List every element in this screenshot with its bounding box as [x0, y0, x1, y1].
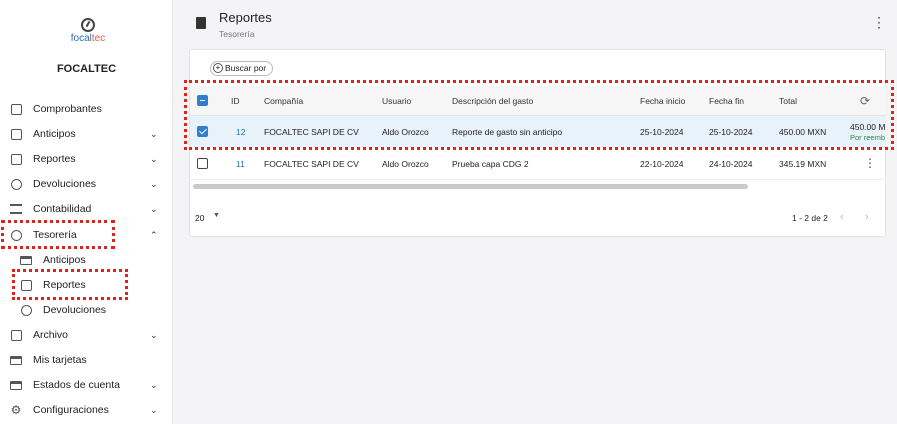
sidebar-item-contabilidad[interactable]: Contabilidad ⌄ [0, 198, 173, 220]
sidebar-item-estados-de-cuenta[interactable]: Estados de cuenta ⌄ [0, 374, 173, 396]
return-icon [10, 178, 22, 190]
card-icon [10, 380, 22, 391]
column-company[interactable]: Compañía [264, 96, 303, 106]
table-header: ID Compañía Usuario Descripción del gast… [190, 86, 886, 116]
sidebar-item-label: Configuraciones [33, 404, 109, 416]
column-end-date[interactable]: Fecha fin [709, 96, 744, 106]
card-icon [10, 355, 22, 366]
table-row[interactable]: 11 FOCALTEC SAPI DE CV Aldo Orozco Prueb… [190, 148, 886, 180]
sidebar-item-label: Contabilidad [33, 203, 92, 215]
sidebar-item-devoluciones[interactable]: Devoluciones ⌄ [0, 173, 173, 195]
focaltec-logo: focaltec [66, 18, 110, 44]
page-title: Reportes [219, 10, 272, 25]
chevron-down-icon: ⌄ [150, 330, 158, 340]
pagination-range: 1 - 2 de 2 [792, 213, 828, 223]
row-id-link[interactable]: 11 [236, 159, 245, 169]
column-id[interactable]: ID [231, 96, 240, 106]
page-subtitle: Tesorería [219, 29, 255, 39]
sidebar-item-label: Tesorería [33, 229, 77, 241]
sidebar-item-label: Reportes [43, 279, 86, 291]
row-company: FOCALTEC SAPI DE CV [264, 127, 359, 137]
sidebar-subitem-reportes[interactable]: Reportes [0, 274, 173, 296]
row-end-date: 25-10-2024 [709, 127, 753, 137]
column-description[interactable]: Descripción del gasto [452, 96, 533, 106]
row-checkbox[interactable] [197, 126, 208, 137]
document-icon [10, 103, 22, 115]
row-amount-clipped: 450.00 M [850, 122, 886, 132]
sidebar-item-label: Archivo [33, 329, 69, 341]
plus-circle-icon: + [213, 63, 223, 73]
document-icon [10, 128, 22, 140]
table-row[interactable]: 12 FOCALTEC SAPI DE CV Aldo Orozco Repor… [190, 116, 886, 148]
select-all-checkbox[interactable] [197, 95, 208, 106]
caret-down-icon[interactable]: ▼ [213, 212, 220, 219]
sidebar-item-label: Estados de cuenta [33, 379, 120, 391]
sidebar-item-label: Anticipos [33, 128, 76, 140]
sidebar-item-label: Comprobantes [33, 103, 102, 115]
sidebar-item-mis-tarjetas[interactable]: Mis tarjetas [0, 349, 173, 371]
sidebar-item-label: Mis tarjetas [33, 354, 87, 366]
sidebar-item-anticipos[interactable]: Anticipos ⌄ [0, 123, 173, 145]
row-description: Reporte de gasto sin anticipo [452, 127, 563, 137]
sidebar-item-reportes[interactable]: Reportes ⌄ [0, 148, 173, 170]
sidebar-item-label: Devoluciones [43, 304, 107, 316]
document-icon [10, 153, 22, 165]
row-description: Prueba capa CDG 2 [452, 159, 529, 169]
archive-icon [10, 329, 22, 341]
logo-text-main: focal [70, 33, 92, 44]
cash-icon [20, 255, 32, 266]
sidebar-item-archivo[interactable]: Archivo ⌄ [0, 324, 173, 346]
page-size-select[interactable]: 20 [195, 213, 204, 223]
report-icon [196, 17, 206, 29]
chevron-down-icon: ⌄ [150, 204, 158, 214]
row-user: Aldo Orozco [382, 159, 429, 169]
row-total: 450.00 MXN [779, 127, 827, 137]
sidebar-item-label: Anticipos [43, 254, 86, 266]
return-icon [20, 304, 32, 316]
logo-text: focaltec [66, 33, 110, 44]
document-icon [20, 279, 32, 291]
horizontal-scrollbar[interactable] [193, 184, 748, 189]
sidebar-item-label: Devoluciones [33, 178, 97, 190]
row-status-badge: Por reemb [850, 133, 886, 142]
chevron-left-icon[interactable]: ‹ [840, 211, 844, 223]
sidebar-item-comprobantes[interactable]: Comprobantes [0, 98, 173, 120]
piggy-bank-icon [10, 229, 22, 241]
row-end-date: 24-10-2024 [709, 159, 753, 169]
gear-icon: ⚙ [10, 402, 22, 417]
row-user: Aldo Orozco [382, 127, 429, 137]
row-id-link[interactable]: 12 [236, 127, 245, 137]
chevron-down-icon: ⌄ [150, 179, 158, 189]
logo-text-accent: tec [91, 33, 106, 44]
column-user[interactable]: Usuario [382, 96, 411, 106]
sidebar-item-configuraciones[interactable]: ⚙ Configuraciones ⌄ [0, 399, 173, 421]
chevron-down-icon: ⌄ [150, 405, 158, 415]
row-start-date: 22-10-2024 [640, 159, 684, 169]
sidebar-item-tesoreria[interactable]: Tesorería ⌃ [0, 224, 173, 246]
row-total: 345.19 MXN [779, 159, 827, 169]
chevron-right-icon[interactable]: › [865, 211, 869, 223]
sidebar-item-label: Reportes [33, 153, 76, 165]
row-company: FOCALTEC SAPI DE CV [264, 159, 359, 169]
chevron-down-icon: ⌄ [150, 154, 158, 164]
row-start-date: 25-10-2024 [640, 127, 684, 137]
sidebar-subitem-anticipos[interactable]: Anticipos [0, 249, 173, 271]
chevron-down-icon: ⌄ [150, 129, 158, 139]
logo-mark-icon [81, 18, 95, 32]
chevron-down-icon: ⌄ [150, 380, 158, 390]
company-name: FOCALTEC [56, 63, 117, 75]
chevron-up-icon: ⌃ [150, 230, 158, 240]
sidebar: focaltec FOCALTEC Comprobantes Anticipos… [0, 0, 173, 424]
row-more-options-icon[interactable]: ⋮ [864, 156, 876, 170]
column-start-date[interactable]: Fecha inicio [640, 96, 685, 106]
column-total[interactable]: Total [779, 96, 797, 106]
bank-icon [10, 204, 22, 215]
search-button[interactable]: + Buscar por [210, 61, 274, 76]
row-checkbox[interactable] [197, 158, 208, 169]
sidebar-subitem-devoluciones[interactable]: Devoluciones [0, 299, 173, 321]
more-options-icon[interactable]: ⋮ [872, 15, 886, 29]
search-button-label: Buscar por [225, 63, 267, 73]
refresh-icon[interactable]: ⟳ [860, 94, 870, 108]
